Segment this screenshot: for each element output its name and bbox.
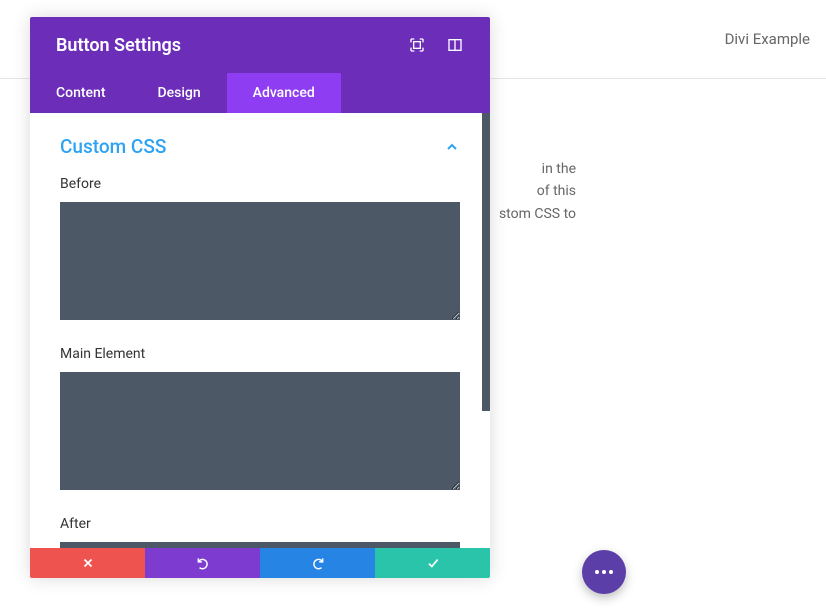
panel-header: Button Settings	[30, 17, 490, 73]
tab-design[interactable]: Design	[132, 73, 227, 113]
tab-content[interactable]: Content	[30, 73, 132, 113]
panel-title: Button Settings	[56, 35, 181, 56]
chevron-up-icon[interactable]	[444, 139, 460, 155]
undo-button[interactable]	[145, 548, 260, 578]
panel-footer	[30, 548, 490, 578]
section-header-custom-css[interactable]: Custom CSS	[60, 135, 460, 158]
expand-icon[interactable]	[408, 36, 426, 54]
page-fab-button[interactable]	[582, 550, 626, 594]
section-title: Custom CSS	[60, 135, 166, 158]
snap-icon[interactable]	[446, 36, 464, 54]
label-before: Before	[60, 176, 460, 192]
label-after: After	[60, 516, 460, 532]
input-css-main-element[interactable]	[60, 372, 460, 490]
panel-scrollbar[interactable]	[482, 113, 490, 411]
panel-body: Custom CSS Before Main Element After	[30, 113, 490, 548]
panel-header-actions	[408, 36, 464, 54]
cancel-button[interactable]	[30, 548, 145, 578]
site-title: Divi Example	[725, 30, 810, 48]
input-css-before[interactable]	[60, 202, 460, 320]
settings-panel: Button Settings Content Design Advanced …	[30, 17, 490, 578]
more-icon	[595, 570, 613, 574]
tab-advanced[interactable]: Advanced	[227, 73, 341, 113]
save-button[interactable]	[375, 548, 490, 578]
panel-tabs: Content Design Advanced	[30, 73, 490, 113]
redo-button[interactable]	[260, 548, 375, 578]
label-main-element: Main Element	[60, 346, 460, 362]
